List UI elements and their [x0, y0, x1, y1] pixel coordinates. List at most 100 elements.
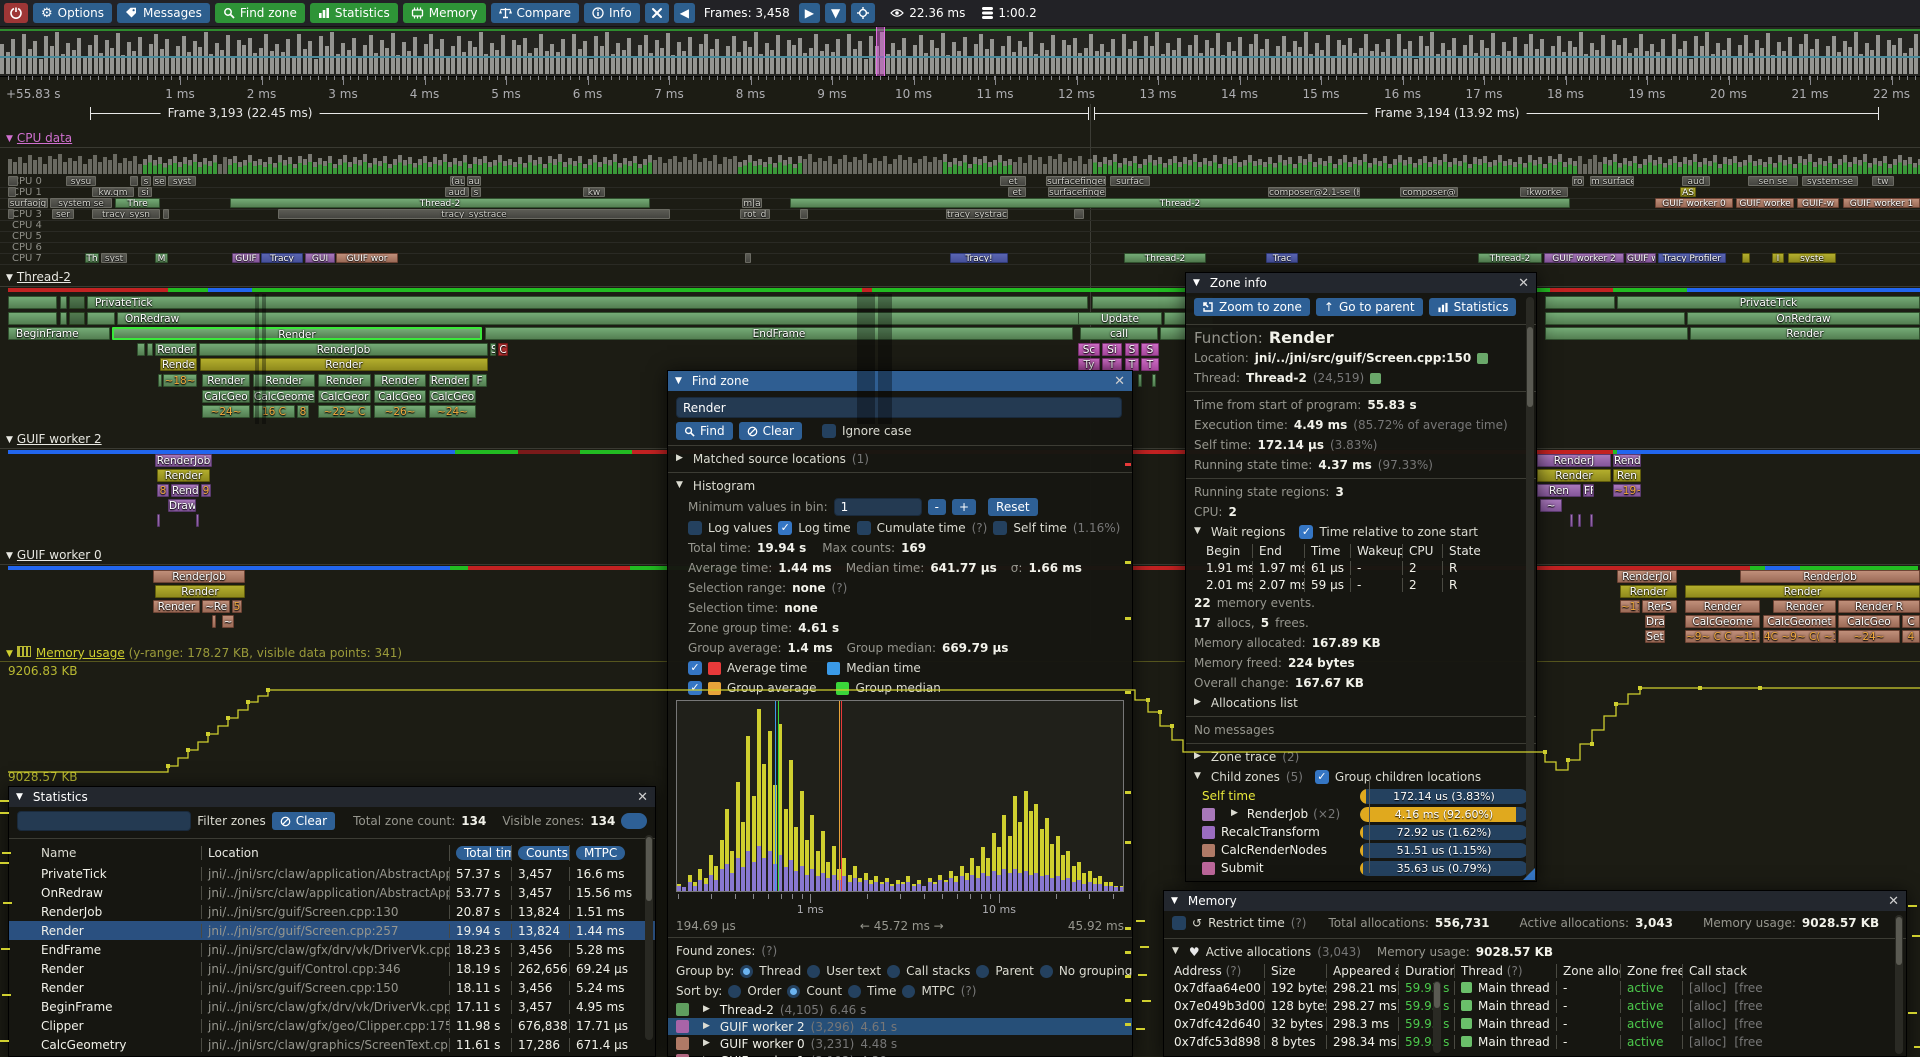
timeline-zone[interactable] — [8, 296, 57, 309]
timeline-zone[interactable]: m|a — [742, 198, 762, 208]
timeline-zone[interactable]: CalcGeo — [374, 390, 426, 403]
timeline-zone[interactable] — [1578, 514, 1581, 527]
timeline-zone[interactable] — [1545, 296, 1615, 309]
timeline-zone[interactable]: GUIF — [232, 253, 260, 263]
timeline-zone[interactable]: ro — [1572, 176, 1584, 186]
alloc-callstack-button[interactable]: [alloc] — [1689, 1017, 1726, 1031]
free-callstack-button[interactable]: [free — [1734, 999, 1762, 1013]
timeline-zone[interactable]: Render — [318, 374, 371, 387]
memory-window-titlebar[interactable]: ▼Memory✕ — [1164, 891, 1906, 911]
timeline-zone[interactable]: Thread-2 — [1478, 253, 1542, 263]
group-by-call-stacks[interactable] — [887, 965, 900, 978]
sort-by-time[interactable] — [848, 985, 861, 998]
log-time-checkbox[interactable]: ✓ — [778, 521, 792, 535]
timeline-zone[interactable]: Rend — [1613, 454, 1641, 467]
timeline-zone[interactable]: Tracy — [261, 253, 303, 263]
timeline-zone[interactable]: CalcGeo — [1838, 615, 1900, 628]
timeline-zone[interactable]: 8 — [297, 405, 309, 418]
alloc-callstack-button[interactable]: [alloc] — [1689, 981, 1726, 995]
child-zone-row[interactable]: Submit35.63 us (0.79%) — [1186, 859, 1536, 877]
find-zone-window-titlebar[interactable]: ▼Find zone✕ — [668, 371, 1132, 391]
timeline-zone[interactable] — [60, 296, 67, 309]
timeline-zone[interactable]: Thread-2 — [790, 198, 1570, 208]
close-icon[interactable]: ✕ — [1888, 894, 1899, 909]
timeline-zone[interactable]: Ren — [1613, 469, 1641, 482]
timeline-zone[interactable]: Render — [200, 358, 488, 371]
timeline-zone[interactable]: au — [467, 176, 481, 186]
timeline-zone[interactable]: ~ — [222, 615, 234, 628]
expand-icon[interactable]: ▶ — [703, 1052, 710, 1057]
timeline-zone[interactable]: RenderJob — [199, 343, 488, 356]
timeline-zone[interactable]: ~24~ — [429, 405, 476, 418]
timeline-zone[interactable] — [212, 615, 216, 628]
restrict-time-checkbox[interactable] — [1172, 916, 1186, 930]
timeline-zone[interactable]: kw.gm — [92, 187, 134, 197]
timeline-zone[interactable] — [1074, 209, 1084, 219]
timeline-zone[interactable]: ~9~ C C ~11~ — [1685, 630, 1760, 643]
timeline-zone[interactable]: ikworke — [1520, 187, 1568, 197]
close-icon[interactable]: ✕ — [1114, 374, 1125, 389]
alloc-callstack-button[interactable]: [alloc] — [1689, 1035, 1726, 1049]
timeline-zone[interactable]: composer@2.1-se (HW — [1268, 187, 1360, 197]
min-bin-input[interactable] — [834, 498, 922, 516]
timeline-zone[interactable]: Rende — [160, 358, 197, 371]
timeline-zone[interactable]: Render R — [1838, 600, 1920, 613]
timeline-zone[interactable]: FF — [1583, 484, 1594, 497]
expand-icon[interactable]: ▶ — [1231, 806, 1238, 821]
timeline-zone[interactable]: Render — [202, 374, 250, 387]
timeline-zone[interactable]: GUIF-w — [1797, 198, 1839, 208]
timeline-zone[interactable]: syste — [1788, 253, 1836, 263]
child-zone-row[interactable]: CalcRenderNodes51.51 us (1.15%) — [1186, 841, 1536, 859]
collapse-icon[interactable]: ▼ — [676, 477, 683, 493]
timeline-zone[interactable]: S — [1125, 343, 1139, 356]
thread-header-guif-worker-0[interactable]: ▼GUIF worker 0 — [6, 548, 102, 563]
sort-column-mtpc[interactable]: MTPC — [576, 846, 625, 860]
timeline-zone[interactable]: PrivateTick — [1617, 296, 1920, 309]
timeline-zone[interactable]: Thre — [115, 198, 160, 208]
timeline-zone[interactable]: s — [141, 176, 151, 186]
location-color-swatch[interactable] — [1477, 353, 1488, 364]
collapse-icon[interactable]: ▼ — [1172, 943, 1179, 959]
timeline-zone[interactable]: RerS — [1642, 600, 1677, 613]
timeline-zone[interactable] — [8, 209, 14, 219]
timeline-zone[interactable] — [1545, 312, 1685, 325]
timeline-zone[interactable]: C — [498, 343, 508, 356]
timeline-zone[interactable]: ser — [52, 209, 74, 219]
timeline-zone[interactable]: Render — [1773, 600, 1836, 613]
timeline-zone[interactable]: rot_d — [740, 209, 770, 219]
timeline-zone[interactable] — [8, 187, 16, 197]
timeline-zone[interactable]: AS — [1680, 187, 1696, 197]
cpu-data-header[interactable]: ▼CPU data — [6, 131, 72, 146]
close-icon[interactable]: ✕ — [637, 790, 648, 805]
timeline-zone[interactable]: Set — [1645, 630, 1665, 643]
timeline-zone[interactable]: surfacefinger — [1048, 187, 1106, 197]
timeline-zone[interactable]: 4 — [1902, 630, 1920, 643]
timeline-zone[interactable] — [8, 312, 57, 325]
statistics-row[interactable]: OnRedrawjni/../jni/src/claw/application/… — [9, 883, 655, 902]
found-zone-group[interactable]: ▶GUIF worker 2(3,296)4.61 s — [668, 1018, 1132, 1035]
timeline-zone[interactable] — [1545, 327, 1688, 340]
statistics-row[interactable]: CalcGeometryjni/../jni/src/claw/graphics… — [9, 1035, 655, 1054]
timeline-zone[interactable]: RenderJ — [1537, 454, 1611, 467]
statistics-window-titlebar[interactable]: ▼Statistics✕ — [9, 787, 655, 807]
free-callstack-button[interactable]: [free — [1734, 1017, 1762, 1031]
timeline-zone[interactable]: Render — [1685, 600, 1760, 613]
timeline-zone[interactable]: Tracy! — [950, 253, 1008, 263]
timeline-zone[interactable]: Sc — [1078, 343, 1100, 356]
timeline-zone[interactable]: aud — [445, 187, 469, 197]
statistics-row[interactable]: Renderjni/../jni/src/guif/Control.cpp:34… — [9, 959, 655, 978]
collapse-icon[interactable]: ▼ — [1171, 896, 1178, 906]
zone-info-window-titlebar[interactable]: ▼Zone info✕ — [1186, 273, 1536, 293]
timeline-zone[interactable]: Render — [429, 374, 470, 387]
timeline-zone[interactable]: sysu — [66, 176, 96, 186]
timeline-zone[interactable]: CalcGeo — [429, 390, 476, 403]
timeline-zone[interactable]: PrivateTick — [87, 296, 1088, 309]
timeline-zone[interactable] — [137, 343, 145, 356]
found-zone-group[interactable]: ▶Thread-2(4,105)6.46 s — [668, 1001, 1132, 1018]
statistics-row[interactable]: BeginFramejni/../jni/src/claw/gfx/drv/vk… — [9, 997, 655, 1016]
timeline-zone[interactable]: ~19~ — [1613, 484, 1641, 497]
timeline-zone[interactable]: GUIF w — [1626, 253, 1656, 263]
timeline-zone[interactable]: RenderJob — [155, 454, 212, 467]
statistics-row[interactable]: RenderJobjni/../jni/src/guif/Screen.cpp:… — [9, 902, 655, 921]
timeline-zone[interactable]: 9 — [201, 484, 211, 497]
